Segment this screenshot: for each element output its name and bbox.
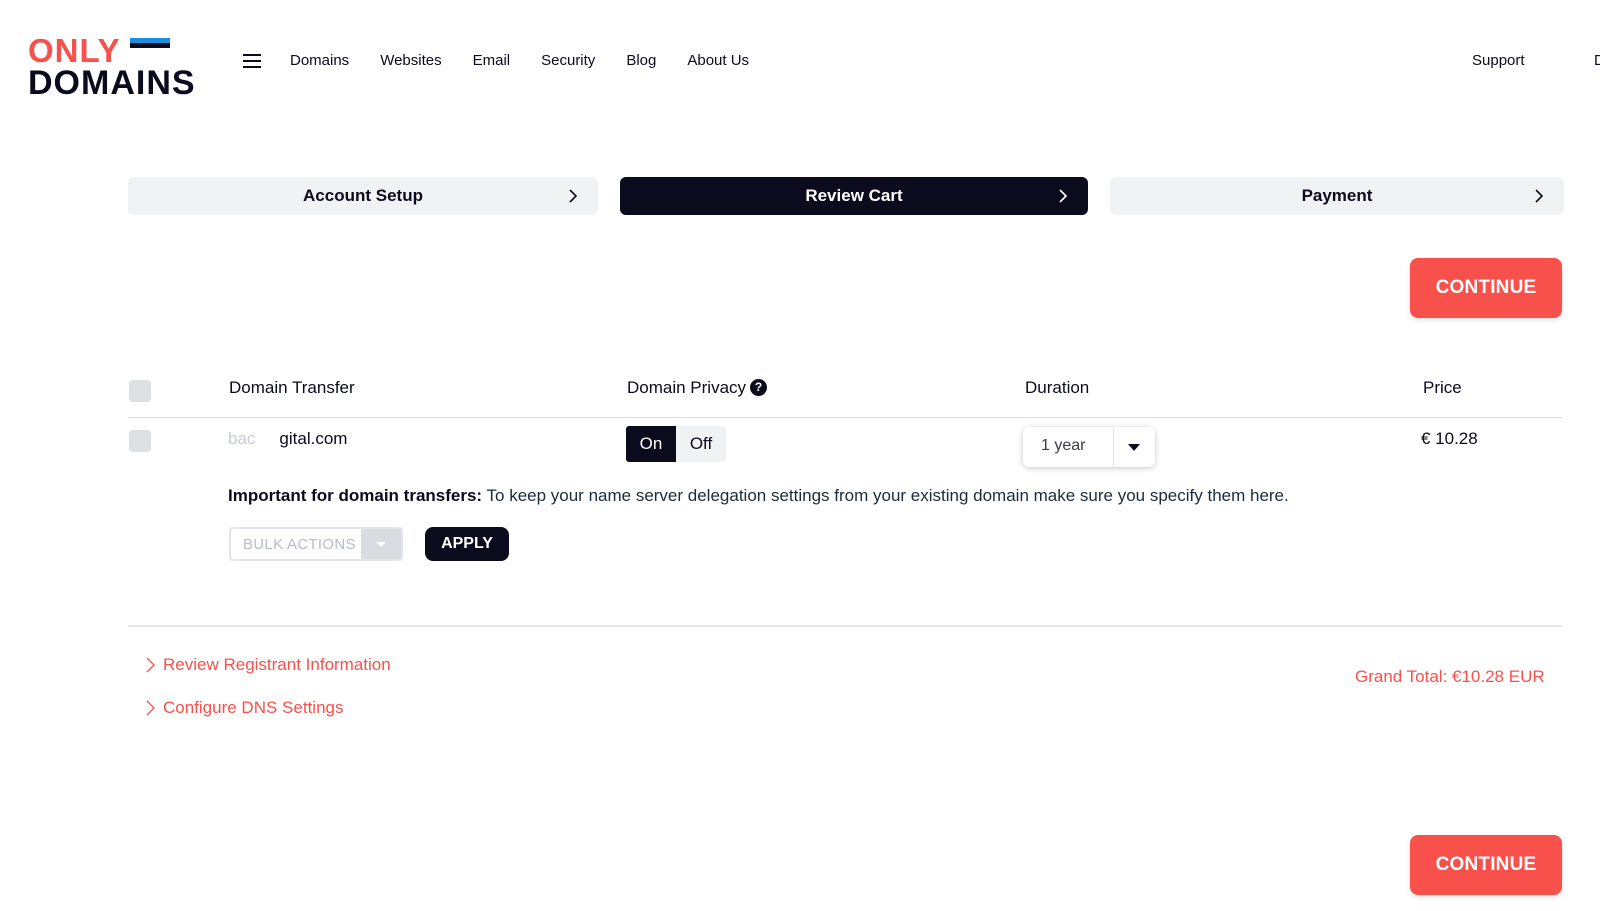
transfer-note-text: To keep your name server delegation sett… xyxy=(482,486,1289,505)
step-review-cart[interactable]: Review Cart xyxy=(620,177,1088,215)
nav-support[interactable]: Support xyxy=(1472,50,1525,72)
nav-about-us[interactable]: About Us xyxy=(687,50,749,72)
header-price: Price xyxy=(1423,378,1462,397)
caret-down-icon xyxy=(376,542,386,547)
review-registrant-link[interactable]: Review Registrant Information xyxy=(146,654,391,676)
flag-icon xyxy=(130,38,170,53)
domain-name: bac gital.com xyxy=(228,428,347,450)
domain-name-visible: gital.com xyxy=(279,429,348,448)
duration-separator xyxy=(1113,427,1114,467)
bulk-actions-select[interactable]: BULK ACTIONS xyxy=(229,527,403,561)
privacy-off-button[interactable]: Off xyxy=(676,426,726,462)
row-price: € 10.28 xyxy=(1421,429,1478,448)
review-registrant-label: Review Registrant Information xyxy=(163,655,391,674)
help-icon[interactable]: ? xyxy=(750,379,768,396)
bulk-actions-dropdown-toggle[interactable] xyxy=(361,529,401,559)
step-label: Account Setup xyxy=(303,186,423,205)
nav-blog[interactable]: Blog xyxy=(626,50,656,72)
transfer-note-title: Important for domain transfers: xyxy=(228,486,483,505)
nav-email[interactable]: Email xyxy=(473,50,511,72)
duration-value: 1 year xyxy=(1041,437,1086,454)
step-label: Review Cart xyxy=(805,186,903,205)
continue-button-bottom[interactable]: CONTINUE xyxy=(1410,835,1562,895)
select-all-checkbox[interactable] xyxy=(129,380,151,402)
duration-select[interactable]: 1 year xyxy=(1023,427,1155,467)
privacy-toggle: On Off xyxy=(626,426,726,462)
nav-domains[interactable]: Domains xyxy=(290,50,349,72)
grand-total: Grand Total: €10.28 EUR xyxy=(1355,667,1545,686)
header-domain-privacy: Domain Privacy? xyxy=(627,377,768,399)
privacy-on-button[interactable]: On xyxy=(626,426,676,462)
apply-button[interactable]: APPLY xyxy=(425,527,509,561)
chevron-right-icon xyxy=(146,657,155,673)
bulk-actions-placeholder: BULK ACTIONS xyxy=(243,536,356,553)
configure-dns-link[interactable]: Configure DNS Settings xyxy=(146,697,343,719)
header-domain-transfer: Domain Transfer xyxy=(229,378,355,397)
chevron-right-icon xyxy=(569,189,578,203)
caret-down-icon xyxy=(1128,444,1140,451)
header-duration: Duration xyxy=(1025,378,1090,397)
nav-security[interactable]: Security xyxy=(541,50,595,72)
chevron-right-icon xyxy=(1059,189,1068,203)
table-divider xyxy=(128,417,1562,418)
nav-websites[interactable]: Websites xyxy=(380,50,441,72)
main-nav: Domains Websites Email Security Blog Abo… xyxy=(290,50,780,72)
row-checkbox[interactable] xyxy=(129,430,151,452)
domain-name-redacted: bac xyxy=(228,429,256,448)
logo[interactable]: ONLY DOMAINS xyxy=(28,32,218,102)
hamburger-icon[interactable] xyxy=(243,54,261,68)
transfer-note: Important for domain transfers: To keep … xyxy=(228,485,1289,507)
step-account-setup[interactable]: Account Setup xyxy=(128,177,598,215)
logo-line-1: ONLY xyxy=(28,32,121,69)
configure-dns-label: Configure DNS Settings xyxy=(163,698,344,717)
nav-cut-off-item[interactable]: D xyxy=(1594,50,1600,72)
section-divider xyxy=(128,625,1562,627)
chevron-right-icon xyxy=(146,700,155,716)
step-payment[interactable]: Payment xyxy=(1110,177,1564,215)
header-domain-privacy-label: Domain Privacy xyxy=(627,378,747,397)
chevron-right-icon xyxy=(1535,189,1544,203)
continue-button-top[interactable]: CONTINUE xyxy=(1410,258,1562,318)
logo-line-2: DOMAINS xyxy=(28,64,196,102)
step-label: Payment xyxy=(1301,186,1373,205)
